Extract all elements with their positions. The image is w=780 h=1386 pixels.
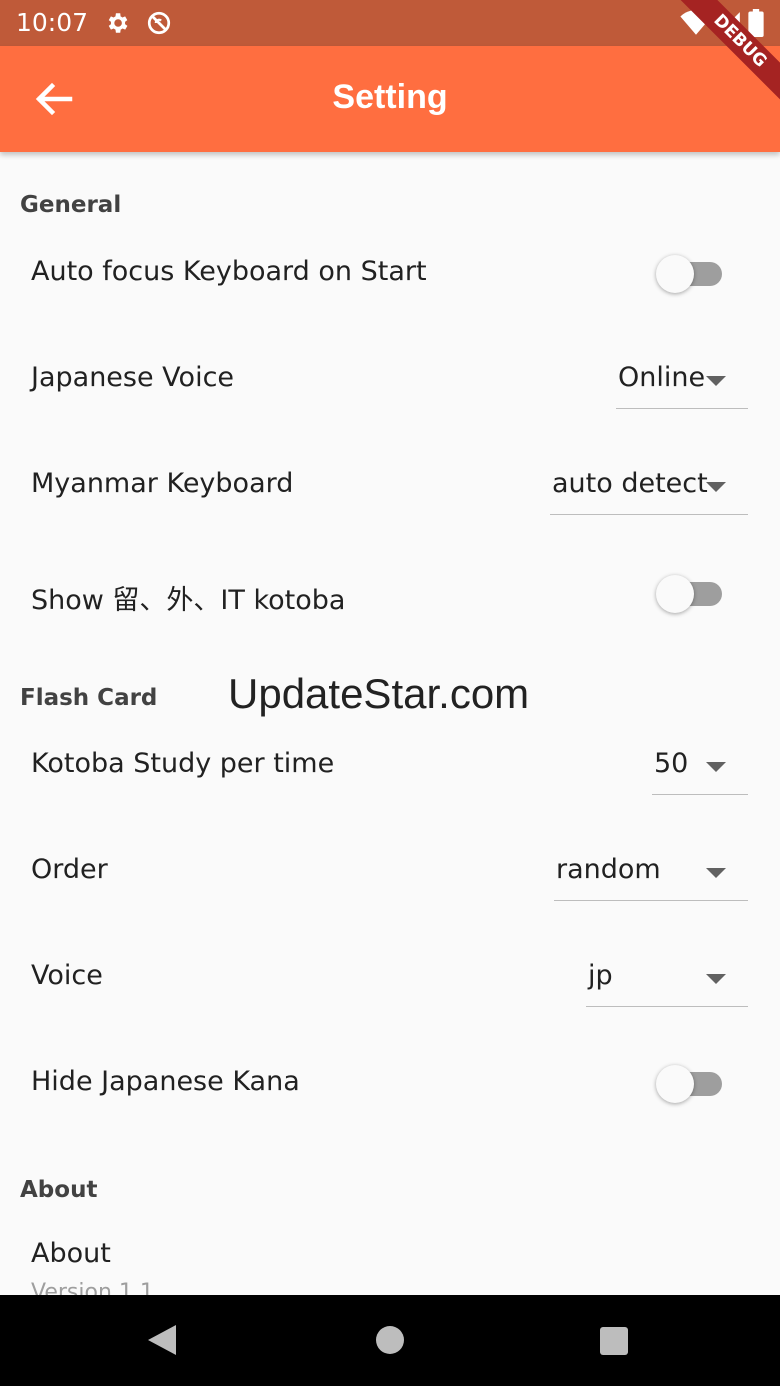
about-item[interactable]: About <box>31 1238 111 1269</box>
section-header-flash-card: Flash Card <box>20 685 158 711</box>
japanese-voice-dropdown[interactable]: Online <box>616 356 748 409</box>
auto-focus-switch[interactable] <box>656 254 726 294</box>
hide-kana-label: Hide Japanese Kana <box>31 1066 300 1097</box>
wifi-icon <box>680 10 712 40</box>
hide-kana-switch[interactable] <box>656 1064 726 1104</box>
app-bar: Setting <box>0 46 780 152</box>
show-kotoba-switch[interactable] <box>656 574 726 614</box>
section-header-general: General <box>20 192 122 218</box>
order-label: Order <box>31 854 108 885</box>
nav-recent-icon[interactable] <box>598 1325 630 1361</box>
study-per-time-label: Kotoba Study per time <box>31 748 335 779</box>
nav-home-icon[interactable] <box>374 1324 406 1360</box>
chevron-down-icon <box>706 762 726 772</box>
dropdown-value: 50 <box>654 748 689 779</box>
auto-focus-label: Auto focus Keyboard on Start <box>31 256 427 287</box>
chevron-down-icon <box>706 868 726 878</box>
status-bar: 10:07 <box>0 0 780 46</box>
battery-icon <box>748 9 764 41</box>
section-header-about: About <box>20 1177 98 1203</box>
switch-thumb <box>656 575 694 613</box>
switch-thumb <box>656 255 694 293</box>
chevron-down-icon <box>706 376 726 386</box>
nav-back-icon[interactable] <box>146 1323 178 1361</box>
dropdown-value: random <box>556 854 661 885</box>
navigation-bar <box>0 1295 780 1386</box>
switch-thumb <box>656 1065 694 1103</box>
myanmar-keyboard-dropdown[interactable]: auto detect <box>550 462 748 515</box>
voice-dropdown[interactable]: jp <box>586 954 748 1007</box>
dropdown-value: Online <box>618 362 706 393</box>
gear-icon <box>104 10 130 40</box>
show-kotoba-label: Show 留、外、IT kotoba <box>31 585 346 616</box>
status-time: 10:07 <box>16 8 89 37</box>
order-dropdown[interactable]: random <box>554 848 748 901</box>
watermark: UpdateStar.com <box>228 670 530 717</box>
study-per-time-dropdown[interactable]: 50 <box>652 742 748 795</box>
dropdown-value: auto detect <box>552 468 708 499</box>
signal-icon <box>716 10 742 40</box>
chevron-down-icon <box>706 974 726 984</box>
myanmar-keyboard-label: Myanmar Keyboard <box>31 468 294 499</box>
voice-label: Voice <box>31 960 103 991</box>
page-title: Setting <box>332 78 448 116</box>
dropdown-value: jp <box>588 960 613 991</box>
sync-icon <box>146 10 172 40</box>
japanese-voice-label: Japanese Voice <box>31 362 235 393</box>
chevron-down-icon <box>706 482 726 492</box>
